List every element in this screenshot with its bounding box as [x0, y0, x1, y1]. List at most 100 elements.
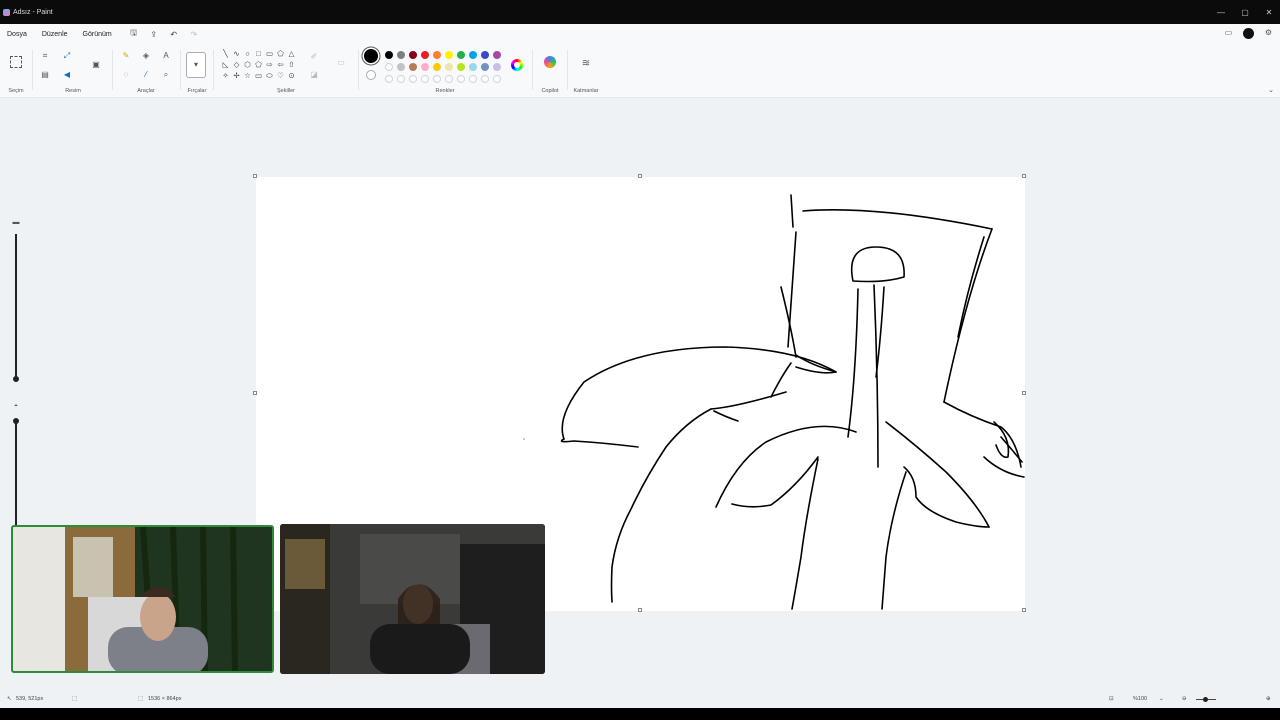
resize-handle[interactable]	[1022, 608, 1026, 612]
select-icon[interactable]	[10, 56, 22, 68]
primary-color-swatch[interactable]	[364, 49, 378, 63]
shape-option[interactable]: ○	[242, 48, 253, 59]
pencil-icon[interactable]: ✎	[121, 51, 131, 61]
color-swatch[interactable]	[433, 51, 441, 59]
zoom-level[interactable]: %100	[1133, 696, 1147, 702]
shape-option[interactable]: ☆	[242, 70, 253, 81]
minimize-button[interactable]: —	[1216, 8, 1226, 17]
shape-size-icon[interactable]: ▭	[336, 58, 346, 68]
custom-color-slot[interactable]	[397, 75, 405, 83]
color-swatch[interactable]	[457, 63, 465, 71]
profile-icon[interactable]	[1243, 28, 1254, 39]
outline-icon[interactable]: ✐	[309, 52, 319, 62]
menu-dosya[interactable]: Dosya	[7, 31, 27, 38]
size-slider-knob[interactable]	[13, 376, 19, 382]
custom-color-slot[interactable]	[457, 75, 465, 83]
resize-handle[interactable]	[1022, 174, 1026, 178]
zoom-in-icon[interactable]: ⊕	[1266, 696, 1271, 702]
resize-handle[interactable]	[638, 174, 642, 178]
shape-option[interactable]: ♡	[275, 70, 286, 81]
shape-option[interactable]: ⇨	[264, 59, 275, 70]
color-swatch[interactable]	[469, 63, 477, 71]
custom-color-slot[interactable]	[433, 75, 441, 83]
undo-icon[interactable]: ↶	[168, 28, 180, 40]
secondary-color-swatch[interactable]	[366, 70, 376, 80]
size-slider-track[interactable]	[15, 234, 17, 378]
color-swatch[interactable]	[481, 51, 489, 59]
shape-option[interactable]: ✢	[231, 70, 242, 81]
custom-color-slot[interactable]	[493, 75, 501, 83]
color-swatch[interactable]	[409, 51, 417, 59]
shape-option[interactable]: ⇧	[286, 59, 297, 70]
eraser-icon[interactable]: ◌	[121, 70, 131, 80]
chevron-down-icon[interactable]: ⌄	[1159, 696, 1164, 702]
menu-gorunum[interactable]: Görünüm	[83, 31, 112, 38]
color-swatch[interactable]	[433, 63, 441, 71]
resize-handle[interactable]	[253, 391, 257, 395]
shape-option[interactable]: ⊙	[286, 70, 297, 81]
shape-option[interactable]: ⬠	[275, 48, 286, 59]
shape-option[interactable]: □	[253, 48, 264, 59]
color-swatch[interactable]	[397, 63, 405, 71]
fit-to-window-icon[interactable]: ⊡	[1109, 696, 1114, 702]
save-icon[interactable]: 🖫	[128, 28, 140, 40]
share-icon[interactable]: ⇪	[148, 28, 160, 40]
resize-handle[interactable]	[253, 174, 257, 178]
color-picker-icon[interactable]: ⁄	[141, 70, 151, 80]
color-swatch[interactable]	[445, 51, 453, 59]
brush-icon[interactable]: ▾	[186, 52, 206, 78]
color-swatch[interactable]	[469, 51, 477, 59]
collapse-ribbon-icon[interactable]: ⌄	[1266, 86, 1276, 96]
edit-colors-icon[interactable]	[511, 59, 523, 71]
zoom-slider-knob[interactable]	[1203, 697, 1208, 702]
rotate-icon[interactable]: ◀	[62, 70, 72, 80]
shape-fill-icon[interactable]: ◪	[309, 70, 319, 80]
layers-icon[interactable]: ≋	[581, 59, 591, 69]
crop-icon[interactable]: ⌗	[40, 51, 50, 61]
custom-color-slot[interactable]	[481, 75, 489, 83]
redo-icon[interactable]: ↷	[188, 28, 200, 40]
menu-duzenle[interactable]: Düzenle	[42, 31, 68, 38]
color-swatch[interactable]	[385, 51, 393, 59]
shape-option[interactable]: ∿	[231, 48, 242, 59]
text-icon[interactable]: A	[161, 51, 171, 61]
maximize-button[interactable]: ▢	[1240, 8, 1250, 17]
remove-background-icon[interactable]: ▤	[40, 70, 50, 80]
custom-color-slot[interactable]	[385, 75, 393, 83]
custom-color-slot[interactable]	[409, 75, 417, 83]
shape-option[interactable]: ◇	[231, 59, 242, 70]
color-swatch[interactable]	[397, 51, 405, 59]
shape-option[interactable]: ▭	[264, 48, 275, 59]
shape-option[interactable]: ⬭	[264, 70, 275, 81]
color-swatch[interactable]	[385, 63, 393, 71]
color-swatch[interactable]	[493, 63, 501, 71]
shape-option[interactable]: ⇦	[275, 59, 286, 70]
shape-option[interactable]: ✧	[220, 70, 231, 81]
settings-icon[interactable]: ⚙	[1263, 28, 1274, 39]
color-swatch[interactable]	[493, 51, 501, 59]
shape-option[interactable]: ▭	[253, 70, 264, 81]
resize-handle[interactable]	[638, 608, 642, 612]
custom-color-slot[interactable]	[445, 75, 453, 83]
color-swatch[interactable]	[421, 63, 429, 71]
comment-icon[interactable]: ▭	[1223, 28, 1234, 39]
shape-option[interactable]: △	[286, 48, 297, 59]
shape-option[interactable]: ╲	[220, 48, 231, 59]
color-swatch[interactable]	[409, 63, 417, 71]
shape-option[interactable]: ⬠	[253, 59, 264, 70]
copilot-icon[interactable]	[544, 56, 556, 68]
color-swatch[interactable]	[445, 63, 453, 71]
fill-icon[interactable]: ◈	[141, 51, 151, 61]
color-swatch[interactable]	[481, 63, 489, 71]
close-button[interactable]: ✕	[1264, 8, 1274, 17]
custom-color-slot[interactable]	[469, 75, 477, 83]
image-select-icon[interactable]: ▣	[91, 60, 101, 70]
color-swatch[interactable]	[421, 51, 429, 59]
resize-icon[interactable]: ⤢	[62, 51, 72, 61]
magnifier-icon[interactable]: ⌕	[161, 70, 171, 80]
custom-color-slot[interactable]	[421, 75, 429, 83]
color-swatch[interactable]	[457, 51, 465, 59]
zoom-out-icon[interactable]: ⊖	[1182, 696, 1187, 702]
opacity-slider-track[interactable]	[15, 422, 17, 526]
resize-handle[interactable]	[1022, 391, 1026, 395]
